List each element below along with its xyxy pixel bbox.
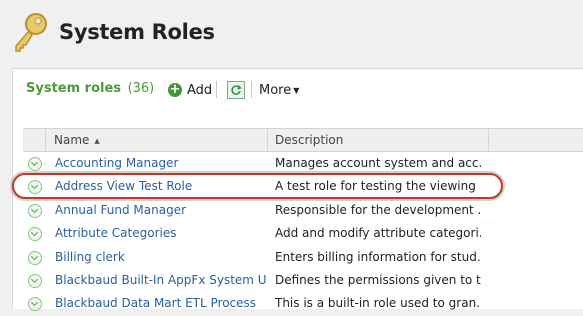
section-title-label: System roles (26, 81, 122, 96)
toolbar-divider (251, 81, 252, 98)
table-row: Accounting Manager Manages account syste… (23, 152, 583, 175)
table-row: Billing clerk Enters billing information… (23, 246, 583, 269)
role-name-link[interactable]: Accounting Manager (55, 152, 267, 175)
page-title: System Roles (59, 20, 215, 44)
roles-count: (36) (127, 81, 155, 96)
table-row: Blackbaud Built-In AppFx System U... Def… (23, 269, 583, 292)
role-name-link[interactable]: Billing clerk (55, 246, 267, 269)
grid-header: Name ▲ Description (23, 128, 583, 152)
role-description: This is a built-in role used to gran... (275, 296, 481, 311)
add-label: Add (187, 82, 213, 98)
role-name-link[interactable]: Annual Fund Manager (55, 199, 267, 222)
plus-icon: + (168, 82, 182, 97)
roles-grid: Name ▲ Description Accounting Manager Man… (23, 128, 583, 316)
role-description: Defines the permissions given to t... (275, 272, 481, 287)
role-name-link[interactable]: Blackbaud Built-In AppFx System U... (55, 269, 267, 292)
role-name-link[interactable]: Blackbaud Data Mart ETL Process (55, 292, 267, 315)
role-description: Manages account system and acc... (275, 156, 481, 170)
role-name-link[interactable]: Address View Test Role (55, 175, 267, 198)
expand-row-icon[interactable] (28, 273, 42, 288)
sort-ascending-icon: ▲ (94, 137, 100, 145)
role-description: Enters billing information for stud... (275, 249, 481, 264)
expand-row-icon[interactable] (28, 203, 42, 218)
toolbar-divider (216, 81, 217, 98)
add-button[interactable]: + Add (168, 80, 212, 100)
column-header-description-label: Description (275, 133, 344, 147)
section-title: System roles (36) (26, 81, 154, 96)
page-header: System Roles (0, 0, 583, 68)
refresh-icon (231, 85, 242, 95)
expand-row-icon[interactable] (28, 227, 42, 242)
column-header-name[interactable]: Name ▲ (46, 129, 268, 151)
column-header-name-label: Name (54, 133, 90, 147)
toolbar: System roles (36) + Add More ▼ (13, 69, 583, 109)
roles-panel: System roles (36) + Add More ▼ Name ▲ De… (12, 68, 583, 312)
caret-down-icon: ▼ (293, 85, 300, 95)
role-name-link[interactable]: Attribute Categories (55, 222, 267, 245)
table-row: Address View Test Role A test role for t… (23, 175, 583, 198)
role-description: A test role for testing the viewing ... (275, 179, 481, 194)
more-label: More (259, 82, 292, 98)
role-description: Add and modify attribute categori... (275, 226, 481, 241)
refresh-button[interactable] (227, 81, 245, 99)
expand-row-icon[interactable] (28, 157, 42, 171)
header-action-column (23, 129, 46, 151)
expand-row-icon[interactable] (28, 180, 42, 195)
key-icon (15, 13, 47, 52)
expand-row-icon[interactable] (28, 250, 42, 265)
column-header-description[interactable]: Description (269, 129, 489, 151)
table-row: Blackbaud Data Mart ETL Process This is … (23, 292, 583, 315)
role-description: Responsible for the development ... (275, 202, 481, 217)
expand-row-icon[interactable] (28, 297, 42, 312)
table-row: Annual Fund Manager Responsible for the … (23, 199, 583, 222)
table-row: Attribute Categories Add and modify attr… (23, 222, 583, 245)
more-menu-button[interactable]: More ▼ (259, 80, 299, 100)
